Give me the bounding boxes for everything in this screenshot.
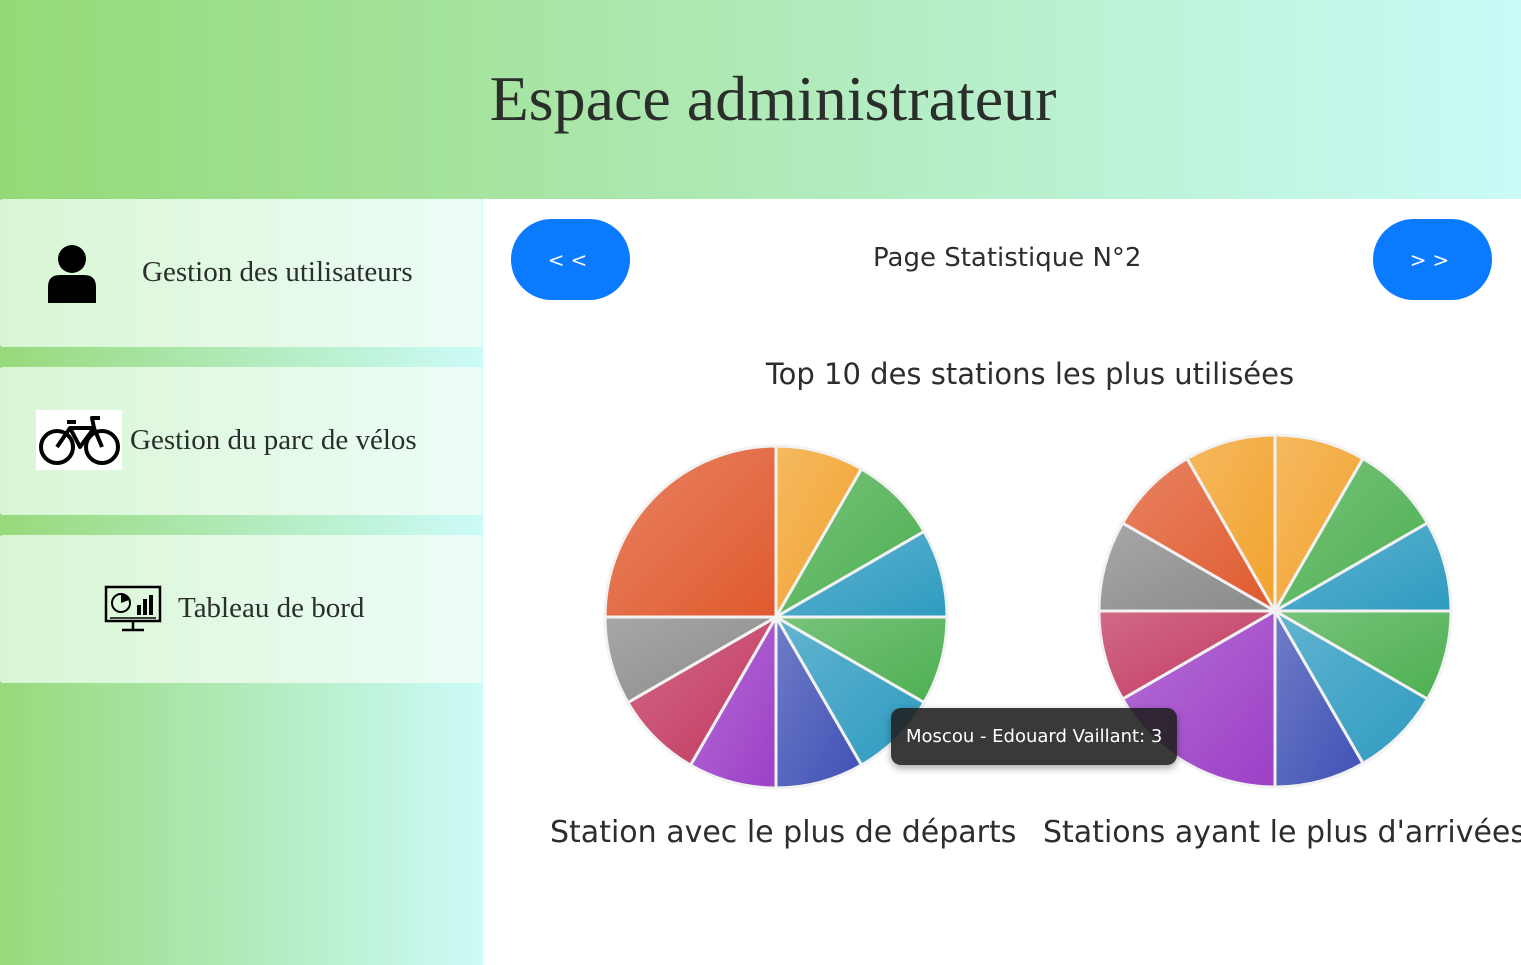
section-title: Top 10 des stations les plus utilisées	[765, 357, 1295, 391]
header: Espace administrateur	[0, 0, 1521, 199]
page-heading: Espace administrateur	[489, 63, 1057, 134]
sidebar-item-label: Gestion du parc de vélos	[130, 424, 417, 456]
arrivals-chart-title: Stations ayant le plus d'arrivées	[1043, 815, 1521, 850]
main-panel: << Page Statistique N°2 >> Top 10 des st…	[483, 199, 1521, 965]
sidebar-item-label: Gestion des utilisateurs	[142, 256, 413, 288]
sidebar-item-bikes[interactable]: Gestion du parc de vélos	[0, 367, 482, 515]
sidebar-item-label: Tableau de bord	[178, 592, 365, 624]
bicycle-icon	[36, 410, 122, 470]
sidebar-item-dashboard[interactable]: Tableau de bord	[0, 535, 482, 683]
sidebar-item-users[interactable]: Gestion des utilisateurs	[0, 199, 482, 347]
pie-slice[interactable]	[603, 444, 778, 619]
prev-page-button[interactable]: <<	[511, 219, 630, 300]
sidebar: Gestion des utilisateurs Gestion du parc…	[0, 199, 483, 965]
user-icon	[46, 243, 98, 308]
dashboard-icon	[104, 585, 162, 638]
chart-tooltip: Moscou - Edouard Vaillant: 3	[891, 708, 1178, 765]
next-page-button[interactable]: >>	[1373, 219, 1492, 300]
departures-chart-title: Station avec le plus de départs	[550, 815, 1017, 850]
page-title: Page Statistique N°2	[873, 243, 1142, 273]
